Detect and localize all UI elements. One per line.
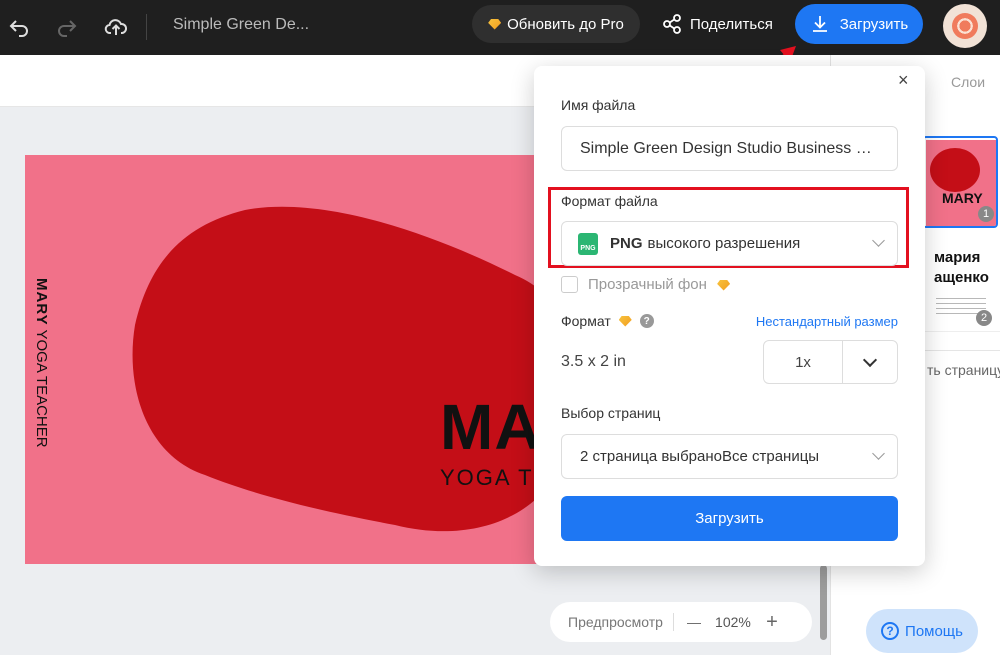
zoom-value[interactable]: 102%: [704, 614, 762, 630]
diamond-icon: [717, 279, 731, 291]
transparent-bg-text: Прозрачный фон: [588, 276, 707, 293]
scale-value[interactable]: 1x: [764, 341, 843, 383]
zoom-in-button[interactable]: +: [762, 611, 782, 634]
help-button[interactable]: ? Помощь: [866, 609, 978, 653]
thumbnail-blob: [930, 148, 980, 192]
upgrade-pro-button[interactable]: Обновить до Pro: [472, 5, 640, 43]
download-icon: [812, 16, 827, 32]
download-label: Загрузить: [839, 15, 909, 33]
undo-icon[interactable]: [2, 10, 36, 44]
card-side-name: MARY: [33, 278, 50, 326]
help-question-icon[interactable]: ?: [639, 314, 654, 328]
business-card-canvas[interactable]: [25, 155, 585, 564]
filename-label: Имя файла: [561, 97, 636, 113]
diamond-icon: [618, 315, 632, 327]
diamond-icon: [488, 18, 502, 30]
top-bar: Simple Green De... Обновить до Pro Подел…: [0, 0, 1000, 55]
file-format-select[interactable]: PNG PNG высокого разрешения: [561, 221, 898, 266]
submit-download-button[interactable]: Загрузить: [561, 496, 898, 541]
card-side-text: MARY YOGA TEACHER: [33, 278, 50, 448]
share-icon: [663, 14, 681, 34]
size-row: Формат ?: [561, 313, 654, 329]
download-button[interactable]: Загрузить: [795, 4, 923, 44]
card-side-role: YOGA TEACHER: [33, 325, 50, 448]
custom-size-link[interactable]: Нестандартный размер: [756, 314, 898, 329]
cloud-upload-icon[interactable]: [99, 10, 133, 44]
panel-divider: [922, 350, 1000, 351]
pages-select[interactable]: 2 страница выбраноВсе страницы: [561, 434, 898, 479]
file-format-label: Формат файла: [561, 193, 658, 209]
scale-select: 1x: [763, 340, 898, 384]
size-value: 3.5 x 2 in: [561, 353, 626, 370]
preview-button[interactable]: Предпросмотр: [568, 614, 663, 630]
redo-icon[interactable]: [50, 10, 84, 44]
format-type: PNG: [610, 235, 643, 252]
format-quality: высокого разрешения: [647, 235, 801, 252]
share-label: Поделиться: [690, 15, 773, 33]
help-icon: ?: [881, 622, 900, 640]
download-dialog: × Имя файла Simple Green Design Studio B…: [534, 66, 925, 566]
zoom-separator: [672, 613, 674, 631]
toolbar-divider: [146, 14, 147, 40]
zoom-out-button[interactable]: —: [684, 614, 704, 630]
pages-value: 2 страница выбраноВсе страницы: [580, 448, 820, 465]
size-label: Формат: [561, 313, 611, 329]
thumbnail-name: мария ащенко: [934, 249, 989, 286]
avatar-image: [952, 13, 978, 39]
filename-field[interactable]: Simple Green Design Studio Business Card: [561, 126, 898, 171]
help-label: Помощь: [905, 622, 963, 640]
zoom-controls: Предпросмотр — 102% +: [550, 602, 812, 642]
pages-label: Выбор страниц: [561, 405, 661, 421]
document-title[interactable]: Simple Green De...: [173, 16, 309, 34]
chevron-down-icon: [862, 352, 878, 368]
add-page-button[interactable]: ть страницу: [927, 362, 1000, 378]
chevron-down-icon: [872, 234, 885, 247]
thumbnail-title: MARY: [942, 190, 983, 206]
tab-layers[interactable]: Слои: [951, 74, 985, 90]
close-icon[interactable]: ×: [898, 70, 909, 91]
page-number-badge: 2: [976, 310, 992, 326]
upgrade-label: Обновить до Pro: [507, 15, 624, 33]
transparent-bg-label: Прозрачный фон: [588, 276, 731, 293]
scale-dropdown-button[interactable]: [843, 341, 897, 383]
png-file-icon: PNG: [578, 232, 598, 255]
avatar[interactable]: [943, 4, 987, 48]
page-thumbnail-1[interactable]: MARY 1: [922, 136, 998, 228]
page-thumbnail-2[interactable]: мария ащенко 2: [922, 240, 1000, 332]
page-number-badge: 1: [978, 206, 994, 222]
vertical-scrollbar[interactable]: [820, 565, 827, 640]
red-blob-shape: [132, 206, 577, 532]
transparent-bg-checkbox[interactable]: [561, 276, 578, 293]
chevron-down-icon: [872, 447, 885, 460]
